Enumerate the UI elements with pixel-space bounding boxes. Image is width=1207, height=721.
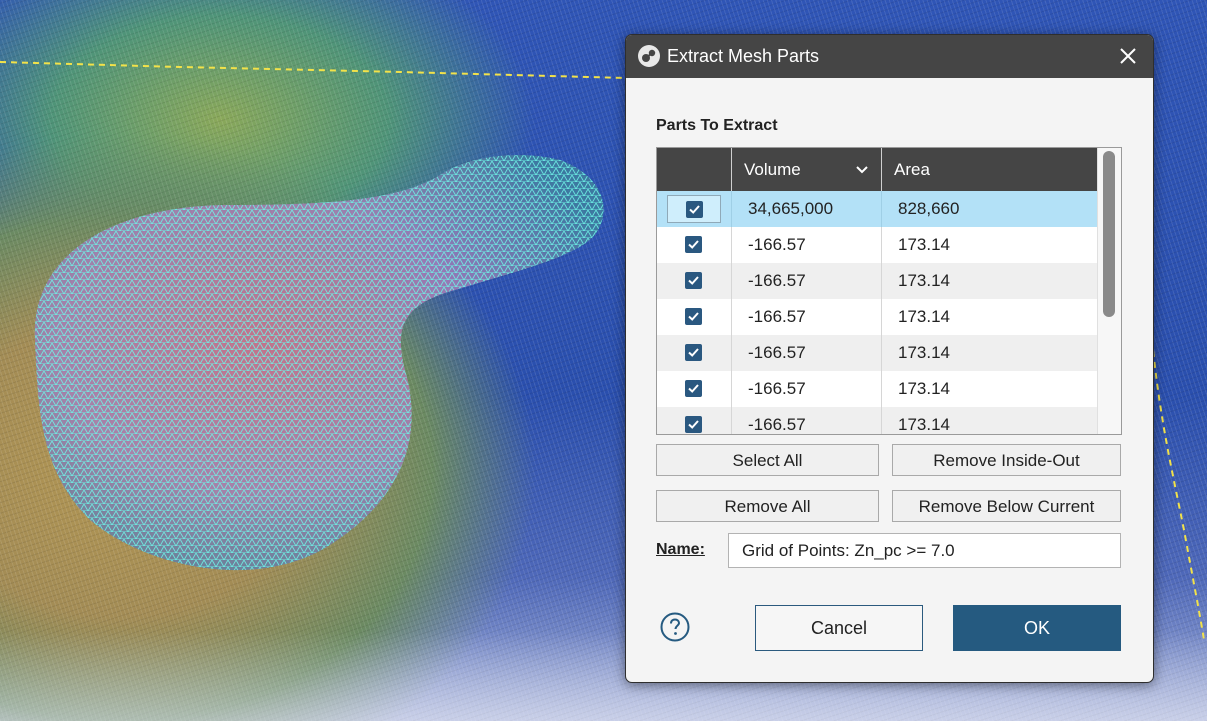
extract-mesh-parts-dialog: Extract Mesh Parts Parts To Extract Volu… [625,34,1154,683]
cell-volume: -166.57 [748,271,806,290]
ok-button[interactable]: OK [953,605,1121,651]
cell-volume: -166.57 [748,307,806,326]
cell-area: 828,660 [898,199,960,218]
cell-volume: -166.57 [748,415,806,434]
chevron-down-icon[interactable] [853,161,871,179]
row-checkbox-cell[interactable] [667,231,721,259]
row-checkbox[interactable] [685,308,702,325]
extract-mesh-icon [638,45,660,67]
cell-volume: -166.57 [748,235,806,254]
row-checkbox-cell[interactable] [667,411,721,434]
remove-all-button[interactable]: Remove All [656,490,879,522]
table-header: Volume Area [657,148,1097,191]
scrollbar-thumb[interactable] [1103,151,1115,317]
name-field[interactable]: Grid of Points: Zn_pc >= 7.0 [728,533,1121,568]
row-checkbox-cell[interactable] [667,303,721,331]
table-row[interactable]: -166.57 173.14 [657,335,1097,371]
remove-inside-out-button[interactable]: Remove Inside-Out [892,444,1121,476]
table-scrollbar[interactable] [1097,148,1121,434]
table-rows: 34,665,000 828,660 -166.57 173.14 -166.5… [657,191,1097,434]
row-checkbox[interactable] [685,272,702,289]
header-separator [881,148,882,191]
table-row[interactable]: -166.57 173.14 [657,263,1097,299]
row-checkbox[interactable] [686,201,703,218]
column-header-volume[interactable]: Volume [744,148,801,191]
table-row[interactable]: -166.57 173.14 [657,371,1097,407]
table-row[interactable]: -166.57 173.14 [657,407,1097,434]
cell-area: 173.14 [898,307,950,326]
boundary-line [0,61,627,79]
row-checkbox-cell[interactable] [667,375,721,403]
parts-table: Volume Area 34,665,000 828,660 -166.57 1… [656,147,1122,435]
remove-below-current-button[interactable]: Remove Below Current [892,490,1121,522]
select-all-button[interactable]: Select All [656,444,879,476]
cell-area: 173.14 [898,415,950,434]
table-row[interactable]: -166.57 173.14 [657,227,1097,263]
dialog-titlebar[interactable]: Extract Mesh Parts [626,35,1153,78]
cancel-button[interactable]: Cancel [755,605,923,651]
row-checkbox[interactable] [685,380,702,397]
dialog-title: Extract Mesh Parts [667,46,820,66]
row-checkbox-cell[interactable] [667,195,721,223]
close-icon[interactable] [1117,45,1139,67]
name-label: Name: [656,541,705,558]
row-checkbox-cell[interactable] [667,339,721,367]
table-row[interactable]: 34,665,000 828,660 [657,191,1097,227]
column-header-area[interactable]: Area [894,148,930,191]
cell-area: 173.14 [898,235,950,254]
parts-to-extract-label: Parts To Extract [656,117,778,134]
row-checkbox-cell[interactable] [667,267,721,295]
cell-volume: 34,665,000 [748,199,834,218]
cell-volume: -166.57 [748,379,806,398]
cell-area: 173.14 [898,343,950,362]
help-icon[interactable] [660,612,690,642]
row-checkbox[interactable] [685,236,702,253]
cell-volume: -166.57 [748,343,806,362]
row-checkbox[interactable] [685,416,702,433]
cell-area: 173.14 [898,271,950,290]
cell-area: 173.14 [898,379,950,398]
row-checkbox[interactable] [685,344,702,361]
table-row[interactable]: -166.57 173.14 [657,299,1097,335]
header-separator [731,148,732,191]
